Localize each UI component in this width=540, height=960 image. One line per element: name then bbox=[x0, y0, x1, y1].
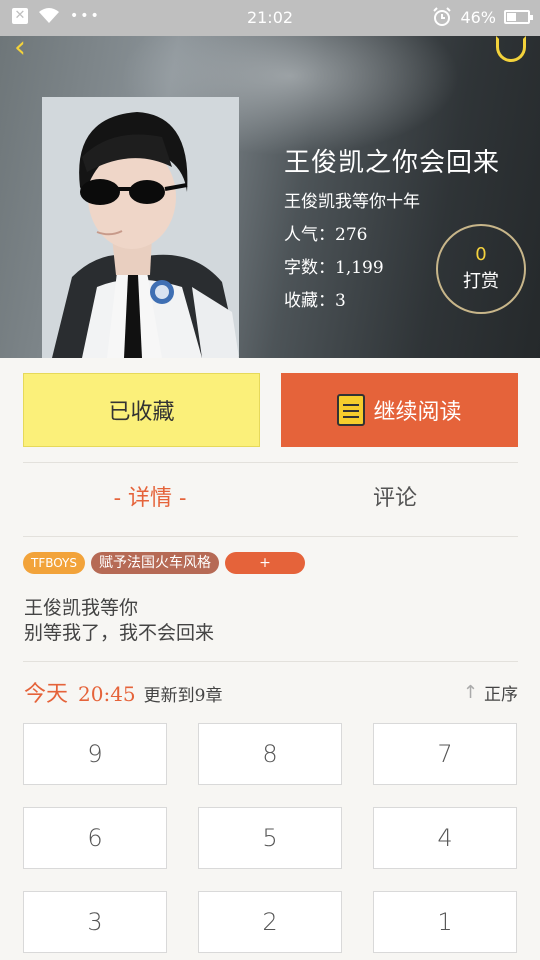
book-description: 王俊凯我等你 别等我了，我不会回来 bbox=[24, 596, 214, 646]
book-header: ‹ 王俊凯之你会回来 王俊凯我等你十年 人气：276 字数：1,199 收藏：3… bbox=[0, 36, 540, 358]
tip-count: 0 bbox=[475, 244, 487, 265]
cover-photo-person bbox=[42, 97, 239, 358]
alarm-icon bbox=[433, 7, 452, 26]
update-time: 20:45 bbox=[78, 682, 136, 706]
sort-order-button[interactable]: ↑ 正序 bbox=[463, 680, 518, 705]
divider bbox=[23, 536, 518, 537]
tab-details[interactable]: - 详情 - bbox=[30, 480, 270, 520]
book-subtitle: 王俊凯我等你十年 bbox=[284, 192, 420, 212]
tag-list: TFBOYS 赋予法国火车风格 + bbox=[23, 552, 305, 574]
chapter-button[interactable]: 3 bbox=[23, 891, 167, 953]
continue-reading-button[interactable]: 继续阅读 bbox=[281, 373, 518, 447]
book-title: 王俊凯之你会回来 bbox=[284, 148, 501, 178]
arrow-up-icon: ↑ bbox=[462, 682, 478, 703]
chapter-button[interactable]: 8 bbox=[198, 723, 342, 785]
divider bbox=[23, 462, 518, 463]
chapter-button[interactable]: 5 bbox=[198, 807, 342, 869]
divider bbox=[23, 661, 518, 662]
update-day: 今天 bbox=[24, 682, 69, 707]
chapter-button[interactable]: 2 bbox=[198, 891, 342, 953]
popularity-value: 276 bbox=[335, 225, 368, 245]
tag-style[interactable]: 赋予法国火车风格 bbox=[91, 552, 219, 574]
description-line: 别等我了，我不会回来 bbox=[24, 622, 215, 644]
chapter-button[interactable]: 4 bbox=[373, 807, 517, 869]
chapter-button[interactable]: 1 bbox=[373, 891, 517, 953]
battery-icon bbox=[504, 10, 533, 24]
refresh-icon[interactable] bbox=[496, 36, 526, 62]
book-icon bbox=[337, 394, 366, 426]
favorites-value: 3 bbox=[335, 291, 346, 311]
back-arrow-icon[interactable]: ‹ bbox=[14, 36, 40, 64]
popularity-label: 人气： bbox=[284, 225, 335, 245]
words-value: 1,199 bbox=[335, 258, 384, 278]
favorited-button[interactable]: 已收藏 bbox=[23, 373, 260, 447]
chapter-button[interactable]: 7 bbox=[373, 723, 517, 785]
chapter-button[interactable]: 6 bbox=[23, 807, 167, 869]
continue-reading-label: 继续阅读 bbox=[373, 400, 462, 425]
battery-percent: 46% bbox=[460, 7, 496, 27]
tag-tfboys[interactable]: TFBOYS bbox=[23, 552, 85, 574]
add-tag-button[interactable]: + bbox=[225, 552, 305, 574]
update-info: 今天 20:45 更新到9章 ↑ 正序 bbox=[24, 676, 518, 707]
book-cover-image bbox=[42, 97, 239, 358]
tip-label: 打赏 bbox=[463, 271, 499, 292]
chapter-button[interactable]: 9 bbox=[23, 723, 167, 785]
favorited-label: 已收藏 bbox=[108, 400, 175, 425]
battery-fill bbox=[507, 13, 517, 21]
sort-label: 正序 bbox=[484, 685, 518, 705]
favorites-label: 收藏： bbox=[284, 291, 335, 311]
tab-comments[interactable]: 评论 bbox=[275, 480, 515, 520]
description-line: 王俊凯我等你 bbox=[24, 597, 139, 619]
words-label: 字数： bbox=[284, 258, 335, 278]
update-text: 更新到9章 bbox=[143, 686, 223, 706]
tip-button[interactable]: 0 打赏 bbox=[436, 224, 526, 314]
status-bar: ✕ ••• 21:02 46% bbox=[0, 0, 540, 36]
